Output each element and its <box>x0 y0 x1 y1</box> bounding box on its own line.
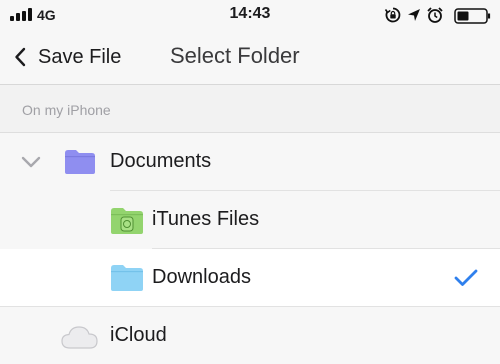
folder-row-itunes-files[interactable]: iTunes Files <box>0 191 500 249</box>
folder-row-downloads[interactable]: Downloads <box>0 249 500 307</box>
folder-label: Downloads <box>152 266 251 288</box>
folder-label: iTunes Files <box>152 208 260 230</box>
section-label: On my iPhone <box>22 102 111 118</box>
folder-label: Documents <box>110 150 212 172</box>
chevron-left-icon <box>15 47 26 67</box>
folder-row-icloud[interactable]: iCloud <box>0 307 500 364</box>
navigation-bar: Save File Select Folder <box>0 30 500 85</box>
folder-icon <box>65 150 95 174</box>
rotation-lock-icon <box>384 7 401 23</box>
cloud-icon <box>61 326 98 349</box>
back-button-label: Save File <box>38 45 122 68</box>
alarm-icon <box>427 7 443 23</box>
page-title: Select Folder <box>170 43 300 68</box>
battery-icon <box>454 8 491 24</box>
folder-icon <box>111 265 143 291</box>
folder-row-documents[interactable]: Documents <box>0 133 500 191</box>
itunes-folder-icon <box>111 208 143 234</box>
clock: 14:43 <box>229 5 271 22</box>
back-button[interactable]: Save File <box>14 43 121 71</box>
location-arrow-icon <box>408 9 420 21</box>
folder-label: iCloud <box>110 324 167 346</box>
checkmark-icon <box>454 269 478 286</box>
section-header: On my iPhone <box>0 85 500 133</box>
chevron-down-icon[interactable] <box>20 155 42 169</box>
status-bar: 4G 14:43 <box>0 0 500 30</box>
